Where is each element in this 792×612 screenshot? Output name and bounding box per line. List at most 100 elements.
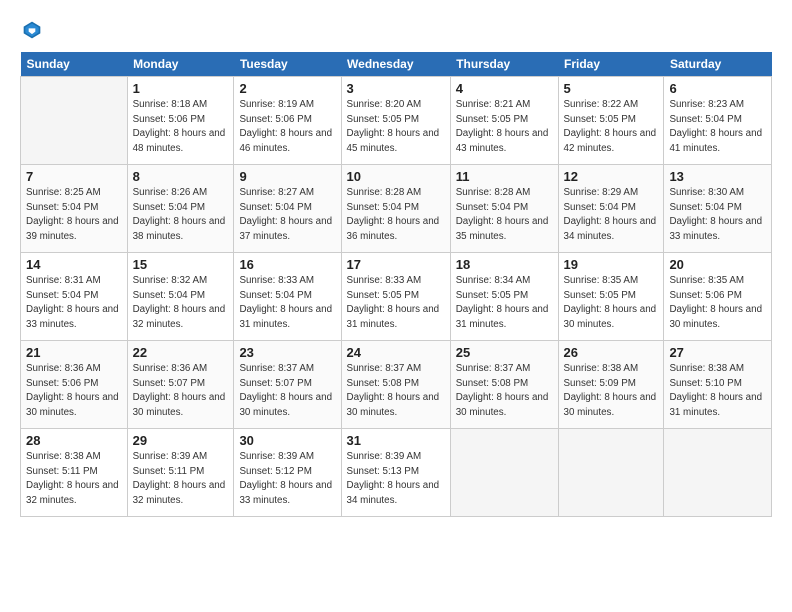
day-detail: Sunrise: 8:19 AM Sunset: 5:06 PM Dayligh…: [239, 98, 335, 157]
day-detail: Sunrise: 8:25 AM Sunset: 5:04 PM Dayligh…: [26, 186, 122, 245]
day-number: 27: [669, 345, 766, 360]
day-number: 2: [239, 81, 335, 96]
day-number: 1: [133, 81, 229, 96]
day-number: 3: [347, 81, 445, 96]
calendar-cell: 9 Sunrise: 8:27 AM Sunset: 5:04 PM Daylig…: [234, 165, 341, 253]
calendar-cell: 19 Sunrise: 8:35 AM Sunset: 5:05 PM Dayli…: [558, 253, 664, 341]
day-detail: Sunrise: 8:23 AM Sunset: 5:04 PM Dayligh…: [669, 98, 766, 157]
day-number: 6: [669, 81, 766, 96]
week-row-3: 14 Sunrise: 8:31 AM Sunset: 5:04 PM Dayli…: [21, 253, 772, 341]
day-number: 25: [456, 345, 553, 360]
day-number: 26: [564, 345, 659, 360]
calendar-cell: [21, 77, 128, 165]
day-number: 21: [26, 345, 122, 360]
day-number: 5: [564, 81, 659, 96]
calendar-cell: 17 Sunrise: 8:33 AM Sunset: 5:05 PM Dayli…: [341, 253, 450, 341]
day-detail: Sunrise: 8:36 AM Sunset: 5:07 PM Dayligh…: [133, 362, 229, 421]
day-number: 18: [456, 257, 553, 272]
day-detail: Sunrise: 8:34 AM Sunset: 5:05 PM Dayligh…: [456, 274, 553, 333]
day-number: 31: [347, 433, 445, 448]
week-row-4: 21 Sunrise: 8:36 AM Sunset: 5:06 PM Dayli…: [21, 341, 772, 429]
calendar-cell: 18 Sunrise: 8:34 AM Sunset: 5:05 PM Dayli…: [450, 253, 558, 341]
calendar-cell: 23 Sunrise: 8:37 AM Sunset: 5:07 PM Dayli…: [234, 341, 341, 429]
day-number: 19: [564, 257, 659, 272]
day-number: 16: [239, 257, 335, 272]
column-header-wednesday: Wednesday: [341, 52, 450, 77]
day-detail: Sunrise: 8:22 AM Sunset: 5:05 PM Dayligh…: [564, 98, 659, 157]
day-detail: Sunrise: 8:36 AM Sunset: 5:06 PM Dayligh…: [26, 362, 122, 421]
day-detail: Sunrise: 8:35 AM Sunset: 5:05 PM Dayligh…: [564, 274, 659, 333]
day-detail: Sunrise: 8:27 AM Sunset: 5:04 PM Dayligh…: [239, 186, 335, 245]
day-number: 7: [26, 169, 122, 184]
calendar-cell: 10Sunrise: 8:28 AM Sunset: 5:04 PM Dayli…: [341, 165, 450, 253]
day-detail: Sunrise: 8:28 AM Sunset: 5:04 PM Dayligh…: [347, 186, 445, 245]
calendar-cell: 25 Sunrise: 8:37 AM Sunset: 5:08 PM Dayli…: [450, 341, 558, 429]
logo: [20, 20, 42, 40]
day-number: 23: [239, 345, 335, 360]
day-detail: Sunrise: 8:31 AM Sunset: 5:04 PM Dayligh…: [26, 274, 122, 333]
day-detail: Sunrise: 8:39 AM Sunset: 5:12 PM Dayligh…: [239, 450, 335, 509]
day-detail: Sunrise: 8:37 AM Sunset: 5:08 PM Dayligh…: [456, 362, 553, 421]
week-row-5: 28 Sunrise: 8:38 AM Sunset: 5:11 PM Dayli…: [21, 429, 772, 517]
day-detail: Sunrise: 8:26 AM Sunset: 5:04 PM Dayligh…: [133, 186, 229, 245]
calendar-cell: 4 Sunrise: 8:21 AM Sunset: 5:05 PM Daylig…: [450, 77, 558, 165]
calendar-cell: 12 Sunrise: 8:29 AM Sunset: 5:04 PM Dayli…: [558, 165, 664, 253]
day-detail: Sunrise: 8:39 AM Sunset: 5:13 PM Dayligh…: [347, 450, 445, 509]
day-number: 4: [456, 81, 553, 96]
calendar-cell: [664, 429, 772, 517]
week-row-2: 7 Sunrise: 8:25 AM Sunset: 5:04 PM Daylig…: [21, 165, 772, 253]
calendar-cell: 20 Sunrise: 8:35 AM Sunset: 5:06 PM Dayli…: [664, 253, 772, 341]
day-detail: Sunrise: 8:29 AM Sunset: 5:04 PM Dayligh…: [564, 186, 659, 245]
calendar-cell: 30Sunrise: 8:39 AM Sunset: 5:12 PM Dayli…: [234, 429, 341, 517]
day-detail: Sunrise: 8:35 AM Sunset: 5:06 PM Dayligh…: [669, 274, 766, 333]
day-detail: Sunrise: 8:33 AM Sunset: 5:05 PM Dayligh…: [347, 274, 445, 333]
day-detail: Sunrise: 8:38 AM Sunset: 5:11 PM Dayligh…: [26, 450, 122, 509]
calendar-cell: [450, 429, 558, 517]
day-number: 12: [564, 169, 659, 184]
day-number: 20: [669, 257, 766, 272]
day-detail: Sunrise: 8:21 AM Sunset: 5:05 PM Dayligh…: [456, 98, 553, 157]
column-header-saturday: Saturday: [664, 52, 772, 77]
column-header-monday: Monday: [127, 52, 234, 77]
day-number: 22: [133, 345, 229, 360]
calendar-cell: 13Sunrise: 8:30 AM Sunset: 5:04 PM Dayli…: [664, 165, 772, 253]
column-header-tuesday: Tuesday: [234, 52, 341, 77]
calendar-cell: 21 Sunrise: 8:36 AM Sunset: 5:06 PM Dayli…: [21, 341, 128, 429]
page: SundayMondayTuesdayWednesdayThursdayFrid…: [0, 0, 792, 612]
column-header-sunday: Sunday: [21, 52, 128, 77]
calendar-cell: 16 Sunrise: 8:33 AM Sunset: 5:04 PM Dayli…: [234, 253, 341, 341]
calendar-cell: 26 Sunrise: 8:38 AM Sunset: 5:09 PM Dayli…: [558, 341, 664, 429]
calendar-cell: 2 Sunrise: 8:19 AM Sunset: 5:06 PM Daylig…: [234, 77, 341, 165]
day-detail: Sunrise: 8:20 AM Sunset: 5:05 PM Dayligh…: [347, 98, 445, 157]
calendar-cell: 5 Sunrise: 8:22 AM Sunset: 5:05 PM Daylig…: [558, 77, 664, 165]
week-row-1: 1Sunrise: 8:18 AM Sunset: 5:06 PM Daylig…: [21, 77, 772, 165]
calendar-cell: 31 Sunrise: 8:39 AM Sunset: 5:13 PM Dayli…: [341, 429, 450, 517]
calendar-cell: 1Sunrise: 8:18 AM Sunset: 5:06 PM Daylig…: [127, 77, 234, 165]
header: [20, 20, 772, 40]
day-number: 14: [26, 257, 122, 272]
calendar-cell: 7 Sunrise: 8:25 AM Sunset: 5:04 PM Daylig…: [21, 165, 128, 253]
calendar-cell: 22 Sunrise: 8:36 AM Sunset: 5:07 PM Dayli…: [127, 341, 234, 429]
day-detail: Sunrise: 8:38 AM Sunset: 5:10 PM Dayligh…: [669, 362, 766, 421]
day-detail: Sunrise: 8:37 AM Sunset: 5:07 PM Dayligh…: [239, 362, 335, 421]
day-number: 24: [347, 345, 445, 360]
calendar-cell: 28 Sunrise: 8:38 AM Sunset: 5:11 PM Dayli…: [21, 429, 128, 517]
calendar-cell: 15Sunrise: 8:32 AM Sunset: 5:04 PM Dayli…: [127, 253, 234, 341]
day-number: 11: [456, 169, 553, 184]
calendar-cell: 11Sunrise: 8:28 AM Sunset: 5:04 PM Dayli…: [450, 165, 558, 253]
day-number: 28: [26, 433, 122, 448]
calendar-cell: 3 Sunrise: 8:20 AM Sunset: 5:05 PM Daylig…: [341, 77, 450, 165]
day-detail: Sunrise: 8:39 AM Sunset: 5:11 PM Dayligh…: [133, 450, 229, 509]
calendar-cell: 6 Sunrise: 8:23 AM Sunset: 5:04 PM Daylig…: [664, 77, 772, 165]
calendar-cell: 24Sunrise: 8:37 AM Sunset: 5:08 PM Dayli…: [341, 341, 450, 429]
calendar-table: SundayMondayTuesdayWednesdayThursdayFrid…: [20, 52, 772, 517]
day-number: 9: [239, 169, 335, 184]
day-number: 15: [133, 257, 229, 272]
calendar-header-row: SundayMondayTuesdayWednesdayThursdayFrid…: [21, 52, 772, 77]
calendar-cell: 8Sunrise: 8:26 AM Sunset: 5:04 PM Daylig…: [127, 165, 234, 253]
day-detail: Sunrise: 8:38 AM Sunset: 5:09 PM Dayligh…: [564, 362, 659, 421]
calendar-cell: [558, 429, 664, 517]
day-detail: Sunrise: 8:33 AM Sunset: 5:04 PM Dayligh…: [239, 274, 335, 333]
day-number: 29: [133, 433, 229, 448]
day-number: 17: [347, 257, 445, 272]
